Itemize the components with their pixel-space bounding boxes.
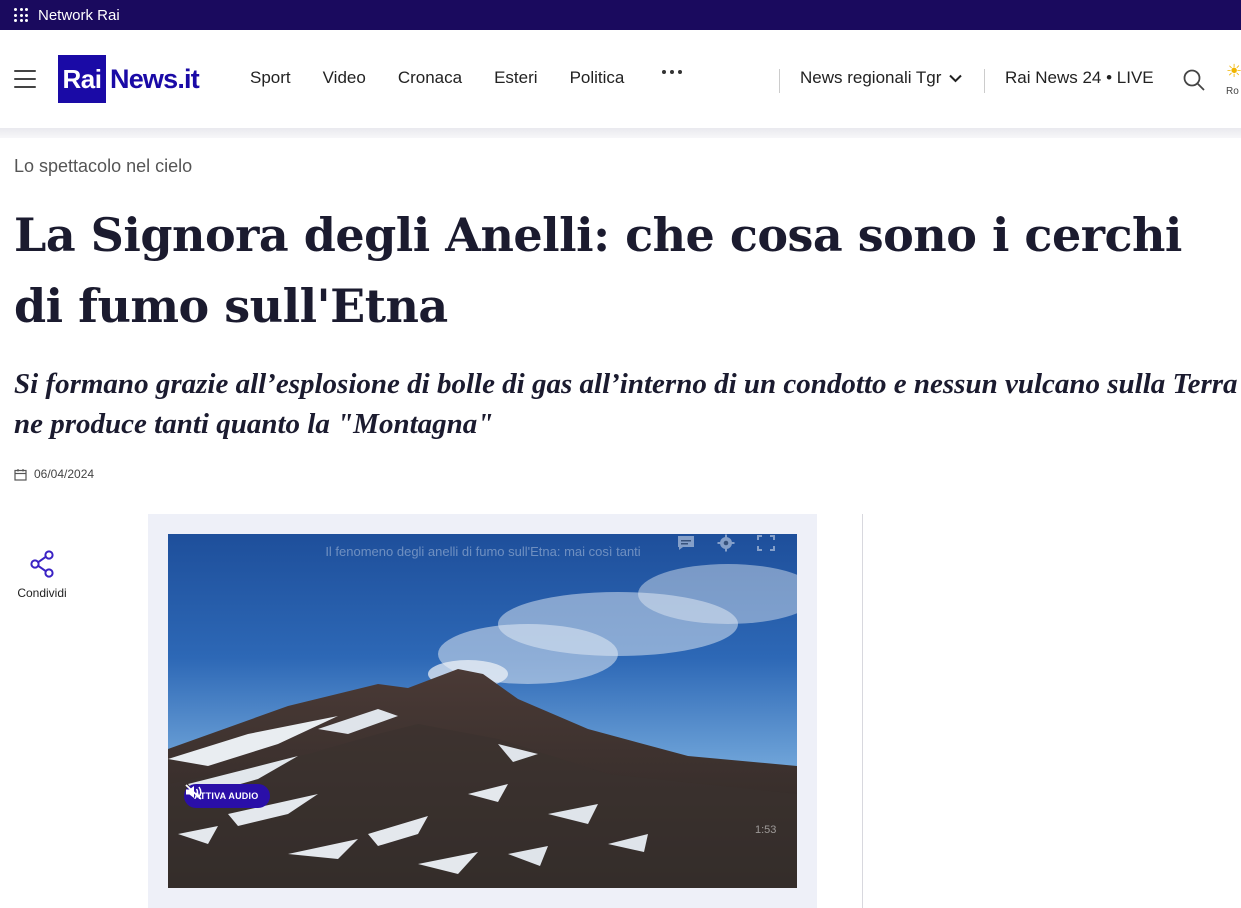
video-player[interactable]: Il fenomeno degli anelli di fumo sull'Et… xyxy=(168,534,797,888)
video-card: Il fenomeno degli anelli di fumo sull'Et… xyxy=(148,514,817,908)
more-icon[interactable] xyxy=(662,70,682,74)
video-caption: Il fenomeno degli anelli di fumo sull'Et… xyxy=(325,544,641,559)
share-label: Condividi xyxy=(17,586,67,600)
site-header: Rai News.it Sport Video Cronaca Esteri P… xyxy=(0,30,1241,130)
muted-speaker-icon xyxy=(185,784,202,800)
activate-audio-button[interactable]: ATTIVA AUDIO xyxy=(184,784,271,808)
logo-rai-box: Rai xyxy=(58,55,106,103)
menu-icon[interactable] xyxy=(14,70,36,88)
video-duration: 1:53 xyxy=(755,824,777,836)
rainews-logo[interactable]: Rai News.it xyxy=(58,55,200,103)
share-icon xyxy=(30,550,54,578)
nav-item-esteri[interactable]: Esteri xyxy=(494,68,537,88)
article-kicker: Lo spettacolo nel cielo xyxy=(14,156,193,176)
etna-landscape-image xyxy=(168,564,797,888)
article-date-row: 06/04/2024 xyxy=(14,467,94,481)
regional-news-dropdown[interactable]: News regionali Tgr xyxy=(800,68,963,88)
settings-gear-icon[interactable] xyxy=(716,534,736,552)
search-icon[interactable] xyxy=(1182,68,1206,92)
weather-widget[interactable]: ☀ Ro xyxy=(1226,62,1241,102)
fullscreen-icon[interactable] xyxy=(756,534,776,552)
nav-item-politica[interactable]: Politica xyxy=(570,68,625,88)
divider xyxy=(984,69,985,93)
share-button[interactable]: Condividi xyxy=(14,550,70,600)
sidebar-divider xyxy=(862,514,863,908)
weather-city: Ro xyxy=(1226,86,1239,97)
logo-news-text: News.it xyxy=(110,63,200,94)
header-shadow xyxy=(0,128,1241,138)
regional-news-label: News regionali Tgr xyxy=(800,68,942,87)
calendar-icon xyxy=(14,468,27,481)
live-link[interactable]: Rai News 24 • LIVE xyxy=(1005,68,1154,88)
network-rai-link[interactable]: Network Rai xyxy=(38,7,120,24)
nav-item-sport[interactable]: Sport xyxy=(250,68,291,88)
sun-icon: ☀ xyxy=(1226,62,1241,81)
article-subtitle: Si formano grazie all’esplosione di boll… xyxy=(14,368,1238,440)
main-nav: Sport Video Cronaca Esteri Politica xyxy=(250,68,656,88)
nav-item-cronaca[interactable]: Cronaca xyxy=(398,68,462,88)
nav-item-video[interactable]: Video xyxy=(323,68,366,88)
article-title: La Signora degli Anelli: che cosa sono i… xyxy=(14,208,1182,333)
subtitles-icon[interactable] xyxy=(676,534,696,552)
apps-grid-icon[interactable] xyxy=(14,8,30,22)
article-date: 06/04/2024 xyxy=(34,467,95,481)
network-bar: Network Rai xyxy=(0,0,1241,30)
chevron-down-icon xyxy=(949,74,963,82)
divider xyxy=(779,69,780,93)
